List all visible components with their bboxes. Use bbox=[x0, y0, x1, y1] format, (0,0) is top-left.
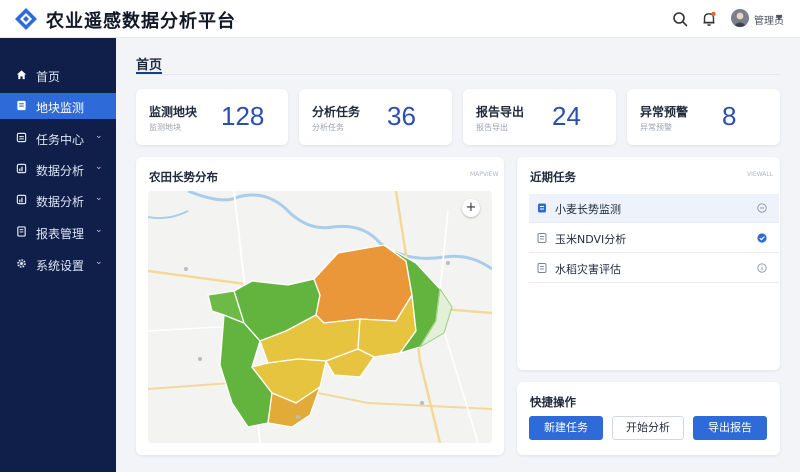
stat-card-tasks[interactable]: 分析任务 分析任务 36 bbox=[299, 89, 452, 145]
task-row[interactable]: 玉米NDVI分析 bbox=[529, 224, 779, 252]
stat-sub-label: 报告导出 bbox=[476, 123, 508, 132]
export-report-button[interactable]: 导出报告 bbox=[693, 416, 767, 440]
task-row[interactable]: 小麦长势监测 bbox=[529, 194, 779, 222]
bell-icon[interactable] bbox=[700, 10, 718, 28]
task-doc-icon bbox=[538, 203, 546, 213]
sidebar-item-data-analysis[interactable]: 数据分析 ⌄ bbox=[0, 156, 116, 182]
stat-label: 异常预警 bbox=[640, 105, 689, 119]
zoom-in-button[interactable]: + bbox=[462, 199, 480, 217]
stat-value: 24 bbox=[552, 101, 581, 131]
data-icon bbox=[16, 194, 27, 205]
sidebar-item-label: 首页 bbox=[36, 70, 61, 84]
title-divider bbox=[136, 74, 780, 75]
chevron-down-icon: ⌄ bbox=[95, 225, 103, 235]
start-analysis-button[interactable]: 开始分析 bbox=[612, 416, 684, 440]
map-panel: 农田长势分布 MAPVIEW + bbox=[136, 157, 504, 455]
logo-icon bbox=[15, 8, 37, 30]
data-icon bbox=[16, 163, 27, 174]
page-title-underline bbox=[136, 72, 162, 74]
search-icon[interactable] bbox=[671, 10, 689, 28]
field-growth-map[interactable] bbox=[148, 191, 492, 443]
quick-actions-panel: 快捷操作 新建任务 开始分析 导出报告 bbox=[517, 382, 780, 455]
check-circle-icon bbox=[757, 233, 767, 243]
sidebar-item-label: 数据分析 bbox=[36, 195, 85, 209]
tasks-panel-tag: VIEWALL bbox=[747, 171, 774, 178]
chevron-down-icon: ⌄ bbox=[95, 257, 103, 267]
task-label: 小麦长势监测 bbox=[555, 203, 621, 216]
sidebar-item-settings[interactable]: 系统设置 ⌄ bbox=[0, 251, 116, 277]
task-doc-icon bbox=[537, 263, 547, 273]
stat-value: 128 bbox=[221, 101, 265, 131]
stat-label: 监测地块 bbox=[149, 105, 198, 119]
app-title: 农业遥感数据分析平台 bbox=[46, 11, 236, 32]
sidebar-item-label: 系统设置 bbox=[36, 259, 85, 273]
report-icon bbox=[17, 226, 26, 237]
stat-sub-label: 监测地块 bbox=[149, 123, 181, 132]
sidebar-item-label: 报表管理 bbox=[36, 227, 85, 241]
home-icon bbox=[16, 70, 27, 80]
map-canvas bbox=[148, 191, 492, 443]
avatar[interactable] bbox=[731, 9, 749, 27]
stat-sub-label: 异常预警 bbox=[640, 123, 672, 132]
chevron-down-icon: ⌄ bbox=[95, 131, 103, 141]
sidebar-item-reports[interactable]: 报表管理 ⌄ bbox=[0, 219, 116, 245]
sidebar-item-data-analysis-2[interactable]: 数据分析 ⌄ bbox=[0, 187, 116, 213]
quick-actions-title: 快捷操作 bbox=[530, 395, 576, 409]
chevron-down-icon: ⌄ bbox=[95, 193, 103, 203]
recent-tasks-panel: 近期任务 VIEWALL 小麦长势监测 玉米NDVI分析 水稻灾害评估 bbox=[517, 157, 780, 370]
top-header: 农业遥感数据分析平台 管理员 ▼ bbox=[0, 0, 800, 38]
map-panel-title: 农田长势分布 bbox=[149, 170, 218, 184]
stat-label: 报告导出 bbox=[476, 105, 525, 119]
sidebar-item-home[interactable]: 首页 bbox=[0, 62, 116, 88]
stat-card-plots[interactable]: 监测地块 监测地块 128 bbox=[136, 89, 288, 145]
sidebar-item-label: 数据分析 bbox=[36, 164, 85, 178]
task-label: 水稻灾害评估 bbox=[555, 263, 621, 276]
info-circle-icon bbox=[757, 263, 767, 273]
sidebar-item-label: 任务中心 bbox=[36, 133, 85, 147]
settings-icon bbox=[17, 259, 26, 268]
stat-card-alerts[interactable]: 异常预警 异常预警 8 bbox=[627, 89, 780, 145]
page-title: 首页 bbox=[136, 58, 163, 73]
task-row[interactable]: 水稻灾害评估 bbox=[529, 254, 779, 282]
monitor-icon bbox=[17, 100, 26, 111]
task-label: 玉米NDVI分析 bbox=[555, 233, 627, 246]
sidebar-item-task-center[interactable]: 任务中心 ⌄ bbox=[0, 125, 116, 151]
map-panel-tag: MAPVIEW bbox=[470, 171, 499, 178]
sidebar-item-plot-monitoring[interactable]: 地块监测 bbox=[0, 93, 116, 119]
divider bbox=[529, 252, 779, 253]
stat-sub-label: 分析任务 bbox=[312, 123, 344, 132]
divider bbox=[529, 282, 779, 283]
stat-card-reports[interactable]: 报告导出 报告导出 24 bbox=[463, 89, 616, 145]
sidebar: 首页 地块监测 任务中心 ⌄ 数据分析 ⌄ 数据分析 ⌄ 报表管理 ⌄ 系统设置… bbox=[0, 38, 116, 472]
stat-value: 36 bbox=[387, 101, 416, 131]
stat-value: 8 bbox=[722, 101, 737, 131]
tasks-panel-title: 近期任务 bbox=[530, 170, 576, 184]
chevron-down-icon: ⌄ bbox=[95, 162, 103, 172]
divider bbox=[529, 222, 779, 223]
task-icon bbox=[16, 132, 27, 143]
new-task-button[interactable]: 新建任务 bbox=[529, 416, 603, 440]
task-doc-icon bbox=[537, 233, 547, 243]
pending-status-icon bbox=[757, 203, 767, 213]
stat-label: 分析任务 bbox=[312, 105, 361, 119]
chevron-down-icon[interactable]: ▼ bbox=[776, 13, 782, 22]
sidebar-item-label: 地块监测 bbox=[36, 101, 85, 115]
